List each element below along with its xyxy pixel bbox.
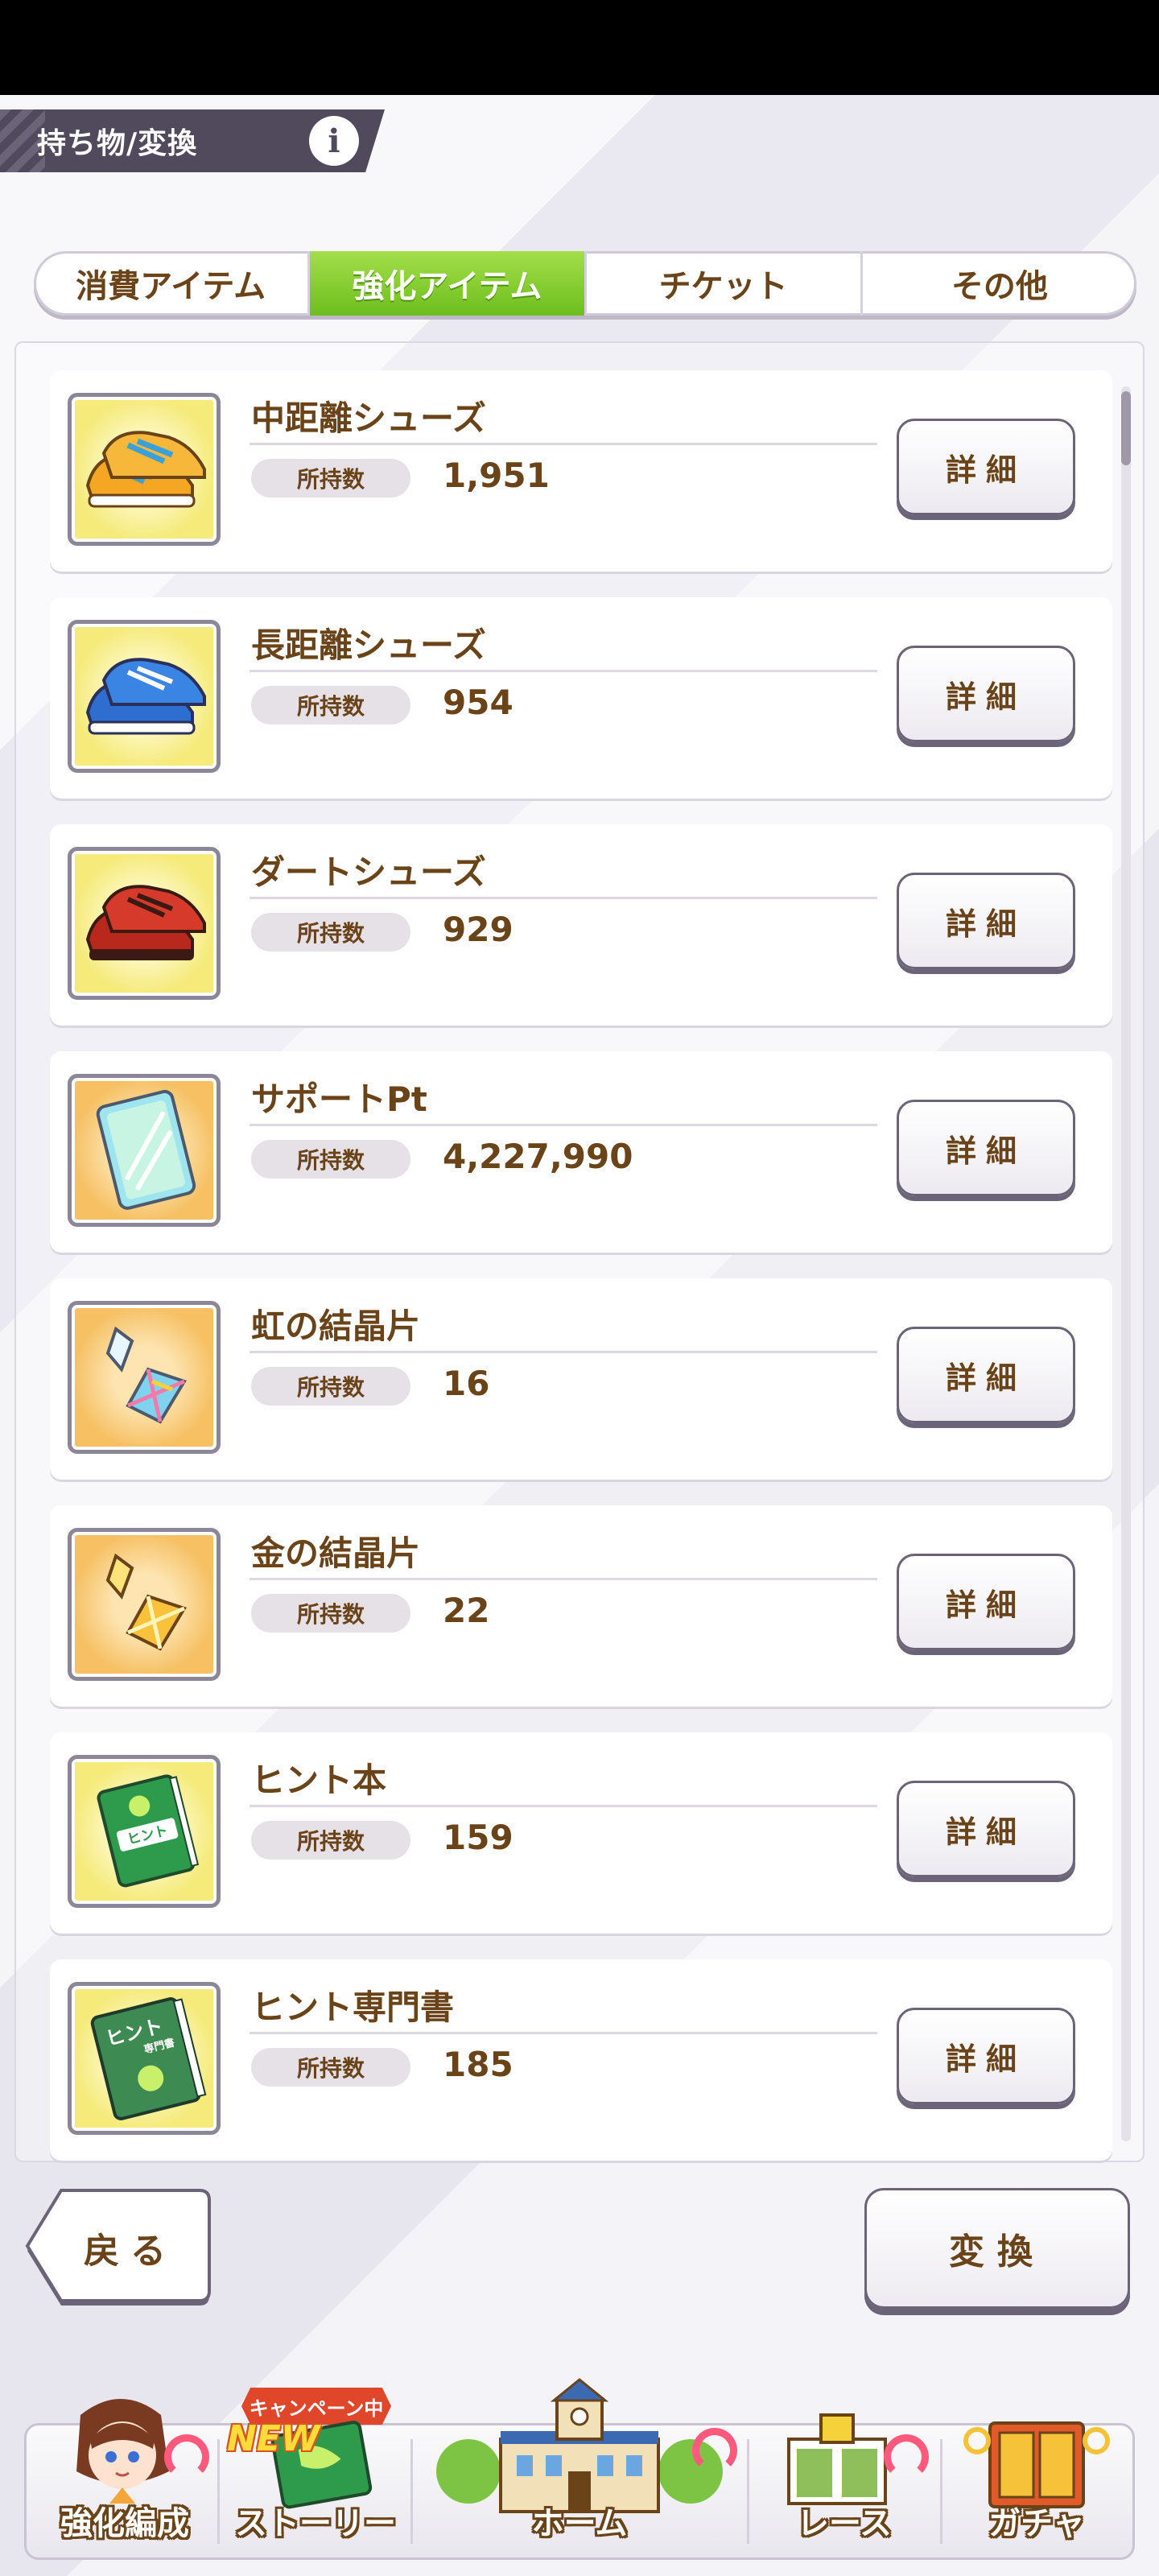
divider xyxy=(250,1578,877,1580)
detail-button[interactable]: 詳細 xyxy=(897,1781,1075,1877)
page-title: 持ち物/変換 xyxy=(37,127,198,160)
nav-label: ガチャ xyxy=(988,2505,1085,2542)
divider xyxy=(250,897,877,899)
tab-consumables[interactable]: 消費アイテム xyxy=(34,251,311,316)
qty-value: 1,951 xyxy=(443,456,550,495)
list-item: ヒント 専門書 ヒント専門書 所持数 185 詳細 xyxy=(50,1959,1112,2161)
nav-item-enhance[interactable]: 強化編成 xyxy=(32,2383,217,2560)
list-item: 金の結晶片 所持数 22 詳細 xyxy=(50,1505,1112,1707)
scrollbar-track[interactable] xyxy=(1121,386,1131,2141)
hint-expert-book-icon: ヒント 専門書 xyxy=(68,1982,221,2135)
qty-value: 4,227,990 xyxy=(443,1137,633,1176)
qty-value: 22 xyxy=(443,1591,490,1630)
list-item: ヒント ヒント本 所持数 159 詳細 xyxy=(50,1732,1112,1934)
divider xyxy=(250,2032,877,2034)
divider xyxy=(250,1351,877,1353)
divider xyxy=(250,443,877,445)
tab-others[interactable]: その他 xyxy=(863,251,1136,316)
horseshoe-icon xyxy=(884,2434,929,2479)
exchange-button[interactable]: 変換 xyxy=(864,2188,1130,2309)
support-card-icon xyxy=(68,1074,221,1227)
nav-label: ストーリー xyxy=(235,2505,396,2542)
detail-button[interactable]: 詳細 xyxy=(897,419,1075,515)
nav-item-race[interactable]: レース xyxy=(749,2383,940,2560)
horseshoe-icon xyxy=(692,2428,737,2473)
nav-label: レース xyxy=(797,2505,892,2542)
list-item: サポートPt 所持数 4,227,990 詳細 xyxy=(50,1051,1112,1253)
item-name: 長距離シューズ xyxy=(251,625,486,665)
nav-item-gacha[interactable]: ガチャ xyxy=(942,2383,1132,2560)
divider xyxy=(250,1124,877,1126)
list-item: 虹の結晶片 所持数 16 詳細 xyxy=(50,1278,1112,1480)
qty-label: 所持数 xyxy=(251,1821,410,1860)
status-bar xyxy=(0,0,1159,95)
qty-value: 954 xyxy=(443,683,514,722)
tab-tickets[interactable]: チケット xyxy=(587,251,863,316)
nav-item-story[interactable]: NEW ストーリー xyxy=(221,2383,410,2560)
list-item: ダートシューズ 所持数 929 詳細 xyxy=(50,824,1112,1026)
horseshoe-icon xyxy=(164,2434,209,2479)
item-name: ヒント本 xyxy=(251,1761,387,1800)
qty-label: 所持数 xyxy=(251,1367,410,1406)
detail-button[interactable]: 詳細 xyxy=(897,873,1075,969)
divider xyxy=(250,670,877,672)
category-tabs: 消費アイテム 強化アイテム チケット その他 xyxy=(34,251,1136,316)
new-badge: NEW xyxy=(227,2418,320,2459)
hint-book-icon: ヒント xyxy=(68,1755,221,1908)
detail-button[interactable]: 詳細 xyxy=(897,1100,1075,1196)
detail-button[interactable]: 詳細 xyxy=(897,646,1075,742)
orange-shoes-icon xyxy=(68,393,221,546)
tab-enhancement-items[interactable]: 強化アイテム xyxy=(310,251,587,316)
item-name: ダートシューズ xyxy=(251,852,486,892)
qty-value: 159 xyxy=(443,1818,514,1857)
blue-shoes-icon xyxy=(68,620,221,773)
qty-label: 所持数 xyxy=(251,2048,410,2087)
qty-value: 185 xyxy=(443,2045,514,2084)
divider xyxy=(250,1805,877,1807)
qty-value: 16 xyxy=(443,1364,490,1403)
qty-label: 所持数 xyxy=(251,459,410,497)
qty-label: 所持数 xyxy=(251,1594,410,1633)
rainbow-crystal-icon xyxy=(68,1301,221,1454)
nav-label: 強化編成 xyxy=(60,2505,189,2542)
nav-label: ホーム xyxy=(531,2505,628,2542)
item-name: 金の結晶片 xyxy=(251,1534,421,1573)
back-button-label[interactable]: 戻る xyxy=(84,2222,177,2273)
list-item: 中距離シューズ 所持数 1,951 詳細 xyxy=(50,370,1112,572)
detail-button[interactable]: 詳細 xyxy=(897,2008,1075,2104)
gold-crystal-icon xyxy=(68,1528,221,1681)
scrollbar-thumb[interactable] xyxy=(1121,391,1131,465)
red-shoes-icon xyxy=(68,847,221,1000)
nav-item-home[interactable]: ホーム xyxy=(412,2378,747,2560)
item-name: サポートPt xyxy=(251,1080,427,1119)
info-icon[interactable]: i xyxy=(309,116,359,166)
qty-label: 所持数 xyxy=(251,686,410,724)
detail-button[interactable]: 詳細 xyxy=(897,1327,1075,1423)
qty-label: 所持数 xyxy=(251,913,410,952)
item-name: 虹の結晶片 xyxy=(251,1307,421,1346)
nav-divider xyxy=(217,2439,220,2544)
qty-value: 929 xyxy=(443,910,514,949)
page-header: 持ち物/変換 i xyxy=(0,109,385,172)
qty-label: 所持数 xyxy=(251,1140,410,1179)
list-item: 長距離シューズ 所持数 954 詳細 xyxy=(50,597,1112,799)
item-name: ヒント専門書 xyxy=(251,1988,455,2027)
item-name: 中距離シューズ xyxy=(251,398,486,438)
detail-button[interactable]: 詳細 xyxy=(897,1554,1075,1650)
